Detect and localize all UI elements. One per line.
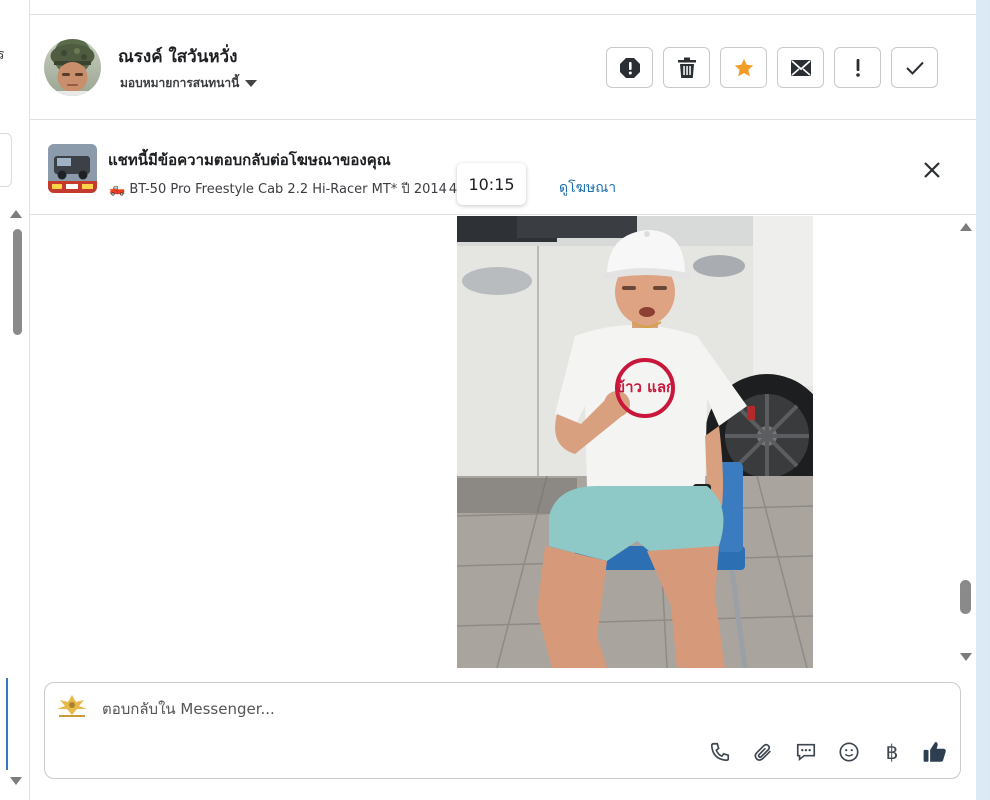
chat-bubble-icon xyxy=(796,743,816,762)
ad-subtitle: 🛻 BT-50 Pro Freestyle Cab 2.2 Hi-Racer M… xyxy=(109,178,474,199)
scroll-up-arrow-icon[interactable] xyxy=(10,210,22,218)
thumbs-up-icon xyxy=(923,742,946,762)
trash-icon xyxy=(677,57,696,78)
payment-button[interactable]: ฿ xyxy=(879,739,905,765)
phone-icon xyxy=(710,742,730,762)
envelope-icon xyxy=(790,59,811,76)
top-strip xyxy=(30,0,976,14)
page-logo xyxy=(55,693,89,719)
conversation-actions xyxy=(606,47,938,88)
delete-button[interactable] xyxy=(663,47,710,88)
assign-label: มอบหมายการสนทนานี้ xyxy=(120,76,240,90)
reply-input[interactable] xyxy=(102,700,702,718)
message-photo[interactable]: ข้าว แลก xyxy=(457,216,813,668)
mark-done-button[interactable] xyxy=(891,47,938,88)
list-scrollbar[interactable] xyxy=(10,205,26,795)
selection-indicator xyxy=(6,678,8,770)
follow-up-button[interactable] xyxy=(834,47,881,88)
exclamation-icon xyxy=(855,58,860,77)
baht-icon: ฿ xyxy=(885,740,899,764)
mark-unread-button[interactable] xyxy=(777,47,824,88)
check-icon xyxy=(905,61,924,75)
message-composer: ฿ xyxy=(44,682,961,779)
list-item-cut-text: ร xyxy=(0,47,5,63)
conversation-list-panel: ร xyxy=(0,0,30,800)
like-button[interactable] xyxy=(922,739,948,765)
contact-name[interactable]: ณรงค์ ใสวันหวั่ง xyxy=(118,43,237,70)
chevron-down-icon xyxy=(245,80,258,87)
paperclip-icon xyxy=(754,743,771,761)
scroll-up-arrow-icon[interactable] xyxy=(960,223,972,231)
view-ad-link[interactable]: ดูโฆษณา xyxy=(559,177,616,199)
timestamp-tooltip: 10:15 xyxy=(457,163,526,205)
call-button[interactable] xyxy=(707,739,733,765)
star-button[interactable] xyxy=(720,47,767,88)
ad-notice-title: แชทนี้มีข้อความตอบกลับต่อโฆษณาของคุณ xyxy=(108,151,391,169)
scroll-down-arrow-icon[interactable] xyxy=(10,777,22,785)
scrollbar-thumb[interactable] xyxy=(960,580,971,614)
list-item-card[interactable] xyxy=(0,133,12,187)
scroll-down-arrow-icon[interactable] xyxy=(960,653,972,661)
assign-conversation-dropdown[interactable]: มอบหมายการสนทนานี้ xyxy=(120,74,258,93)
smiley-icon xyxy=(839,742,859,762)
alert-circle-icon xyxy=(619,57,640,78)
message-list[interactable]: ข้าว แลก xyxy=(30,216,976,668)
ad-thumbnail[interactable] xyxy=(48,144,97,193)
close-ad-button[interactable] xyxy=(920,158,944,182)
composer-toolbar: ฿ xyxy=(707,739,948,765)
scrollbar-thumb[interactable] xyxy=(13,229,22,335)
message-scrollbar[interactable] xyxy=(959,223,973,663)
avatar[interactable] xyxy=(44,39,101,96)
star-icon xyxy=(734,58,753,76)
saved-replies-button[interactable] xyxy=(793,739,819,765)
attach-button[interactable] xyxy=(750,739,776,765)
shirt-logo-text: ข้าว แลก xyxy=(615,378,675,396)
ad-subtitle-text: 🛻 BT-50 Pro Freestyle Cab 2.2 Hi-Racer M… xyxy=(109,182,447,197)
chat-header: ณรงค์ ใสวันหวั่ง มอบหมายการสนทนานี้ xyxy=(30,15,976,120)
spam-button[interactable] xyxy=(606,47,653,88)
chat-panel: ณรงค์ ใสวันหวั่ง มอบหมายการสนทนานี้ แชทน… xyxy=(30,14,976,800)
emoji-button[interactable] xyxy=(836,739,862,765)
close-icon xyxy=(924,162,940,178)
